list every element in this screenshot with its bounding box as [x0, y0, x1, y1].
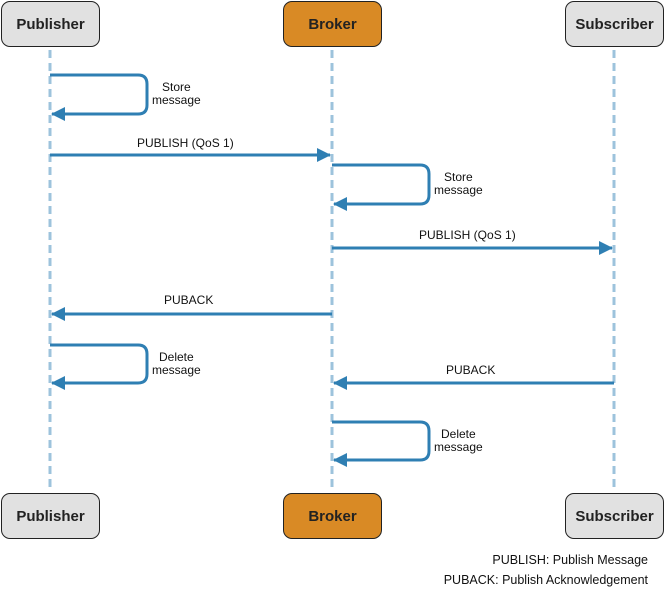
label-publish-to-subscriber: PUBLISH (QoS 1): [419, 228, 516, 242]
actor-broker-top: Broker: [283, 1, 382, 47]
actor-label: Subscriber: [575, 507, 654, 525]
self-arrow-store-publisher: [50, 73, 149, 121]
actor-subscriber-bottom: Subscriber: [565, 493, 664, 539]
label-puback-to-publisher: PUBACK: [164, 293, 214, 307]
self-arrow-delete-publisher: [50, 343, 149, 390]
label-line: message: [152, 363, 201, 377]
label-publish-to-broker: PUBLISH (QoS 1): [137, 136, 234, 150]
label-line: message: [434, 183, 483, 197]
actor-broker-bottom: Broker: [283, 493, 382, 539]
actor-label: Publisher: [16, 507, 85, 525]
label-line: message: [152, 93, 201, 107]
legend-publish: PUBLISH: Publish Message: [492, 553, 648, 567]
label-store-broker: Store message: [434, 171, 483, 197]
sequence-diagram: Publisher Broker Subscriber Publisher Br…: [0, 0, 665, 590]
actor-subscriber-top: Subscriber: [565, 1, 664, 47]
actor-label: Broker: [308, 507, 357, 525]
label-delete-broker: Delete message: [434, 428, 483, 454]
actor-label: Publisher: [16, 15, 85, 33]
self-arrow-delete-broker: [332, 420, 431, 467]
label-line: message: [434, 440, 483, 454]
self-arrow-store-broker: [332, 163, 431, 211]
label-store-publisher: Store message: [152, 81, 201, 107]
label-delete-publisher: Delete message: [152, 351, 201, 377]
actor-publisher-top: Publisher: [1, 1, 100, 47]
label-puback-to-broker: PUBACK: [446, 363, 496, 377]
legend-puback: PUBACK: Publish Acknowledgement: [443, 573, 648, 587]
actor-label: Subscriber: [575, 15, 654, 33]
actor-publisher-bottom: Publisher: [1, 493, 100, 539]
actor-label: Broker: [308, 15, 357, 33]
